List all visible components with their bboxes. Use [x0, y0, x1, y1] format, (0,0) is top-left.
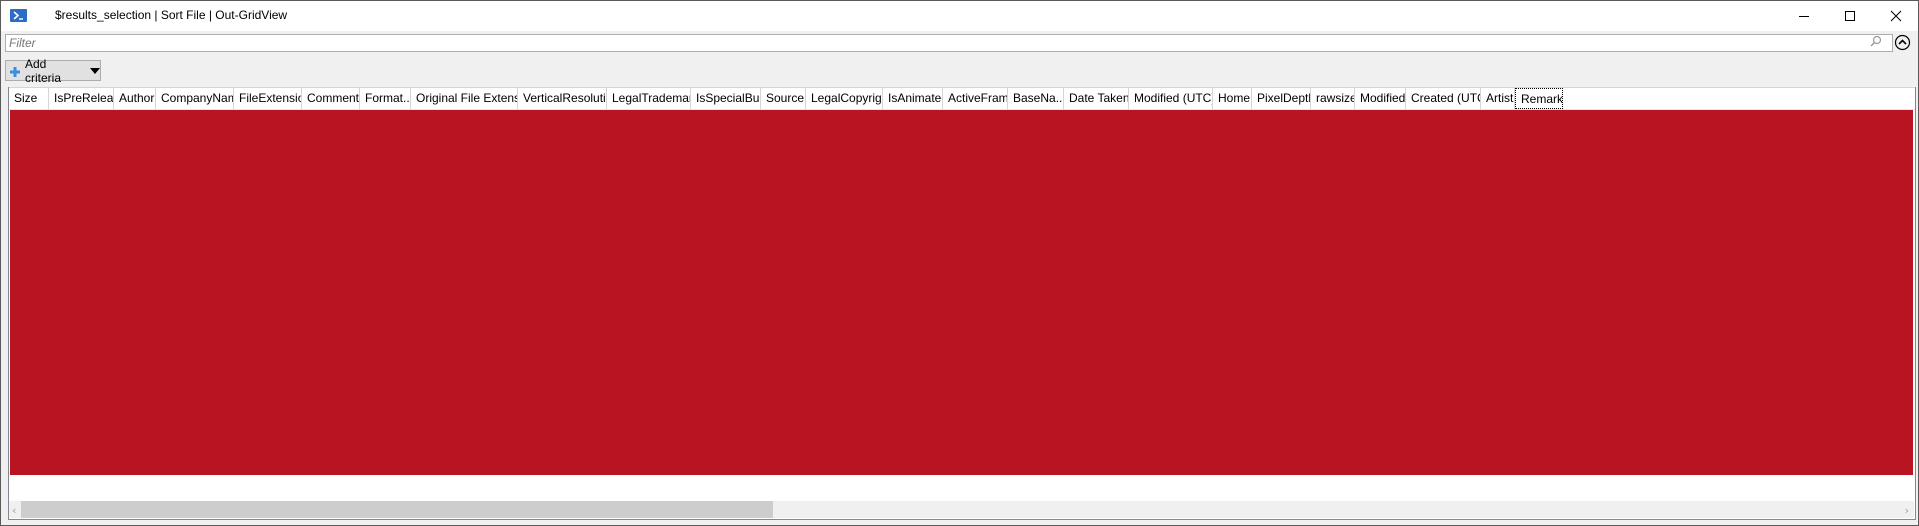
- column-header-size[interactable]: Size: [9, 88, 49, 109]
- column-header-original-file-extension[interactable]: Original File Extension: [411, 88, 518, 109]
- column-header-legaltrademarks[interactable]: LegalTrademarks: [607, 88, 691, 109]
- column-header-modified-utc[interactable]: Modified (UTC): [1129, 88, 1213, 109]
- redacted-rows: [10, 110, 1913, 475]
- column-header-artist[interactable]: Artist: [1481, 88, 1515, 109]
- filter-row: [1, 32, 1918, 54]
- column-header-isspecialbuild[interactable]: IsSpecialBuild: [691, 88, 761, 109]
- column-header-pixeldepth[interactable]: PixelDepth: [1252, 88, 1311, 109]
- minimize-button[interactable]: [1781, 1, 1827, 31]
- column-header-isprerelease[interactable]: IsPreRelease: [49, 88, 114, 109]
- add-criteria-label: Add criteria: [25, 56, 62, 85]
- column-header-modified[interactable]: Modified: [1355, 88, 1406, 109]
- column-header-remarks[interactable]: Remarks: [1515, 88, 1563, 109]
- maximize-icon: [1845, 11, 1855, 21]
- column-header-rawsize[interactable]: rawsize: [1311, 88, 1355, 109]
- collapse-criteria-button[interactable]: [1894, 34, 1911, 54]
- plus-icon: [10, 66, 20, 77]
- close-button[interactable]: [1873, 1, 1919, 31]
- scrollbar-thumb[interactable]: [21, 501, 773, 518]
- column-header-created-utc[interactable]: Created (UTC): [1406, 88, 1481, 109]
- caret-down-icon: [90, 67, 100, 74]
- filter-input[interactable]: [5, 34, 1893, 52]
- column-header-date-taken[interactable]: Date Taken: [1064, 88, 1129, 109]
- scroll-right-icon[interactable]: ›: [1905, 504, 1909, 517]
- column-header-legalcopyright[interactable]: LegalCopyright: [806, 88, 883, 109]
- chevron-up-circle-icon: [1894, 34, 1911, 51]
- close-icon: [1890, 10, 1902, 22]
- column-header-format[interactable]: Format...: [360, 88, 411, 109]
- column-header-companyname[interactable]: CompanyName: [156, 88, 234, 109]
- scroll-left-icon[interactable]: ‹: [12, 504, 16, 517]
- column-header-author[interactable]: Author: [114, 88, 156, 109]
- minimize-icon: [1799, 16, 1809, 17]
- column-header-fileextension[interactable]: FileExtension: [234, 88, 302, 109]
- column-header-basena[interactable]: BaseNa...: [1008, 88, 1064, 109]
- title-bar[interactable]: $results_selection | Sort File | Out-Gri…: [1, 1, 1918, 31]
- search-icon: [1870, 35, 1882, 50]
- out-gridview-window: $results_selection | Sort File | Out-Gri…: [0, 0, 1919, 526]
- column-header-isanimated[interactable]: IsAnimated: [883, 88, 943, 109]
- powershell-icon: [10, 9, 27, 22]
- maximize-button[interactable]: [1827, 1, 1873, 31]
- horizontal-scrollbar[interactable]: ‹ ›: [9, 501, 1914, 518]
- column-header-row: SizeIsPreReleaseAuthorCompanyNameFileExt…: [9, 87, 1915, 110]
- column-header-verticalresolution[interactable]: VerticalResolution: [518, 88, 607, 109]
- column-header-home[interactable]: Home: [1213, 88, 1252, 109]
- results-grid[interactable]: SizeIsPreReleaseAuthorCompanyNameFileExt…: [8, 87, 1916, 520]
- column-header-activeframe[interactable]: ActiveFrame: [943, 88, 1008, 109]
- add-criteria-button[interactable]: Add criteria: [5, 57, 101, 85]
- column-header-source[interactable]: Source: [761, 88, 806, 109]
- column-header-comments[interactable]: Comments: [302, 88, 360, 109]
- window-title: $results_selection | Sort File | Out-Gri…: [55, 8, 288, 22]
